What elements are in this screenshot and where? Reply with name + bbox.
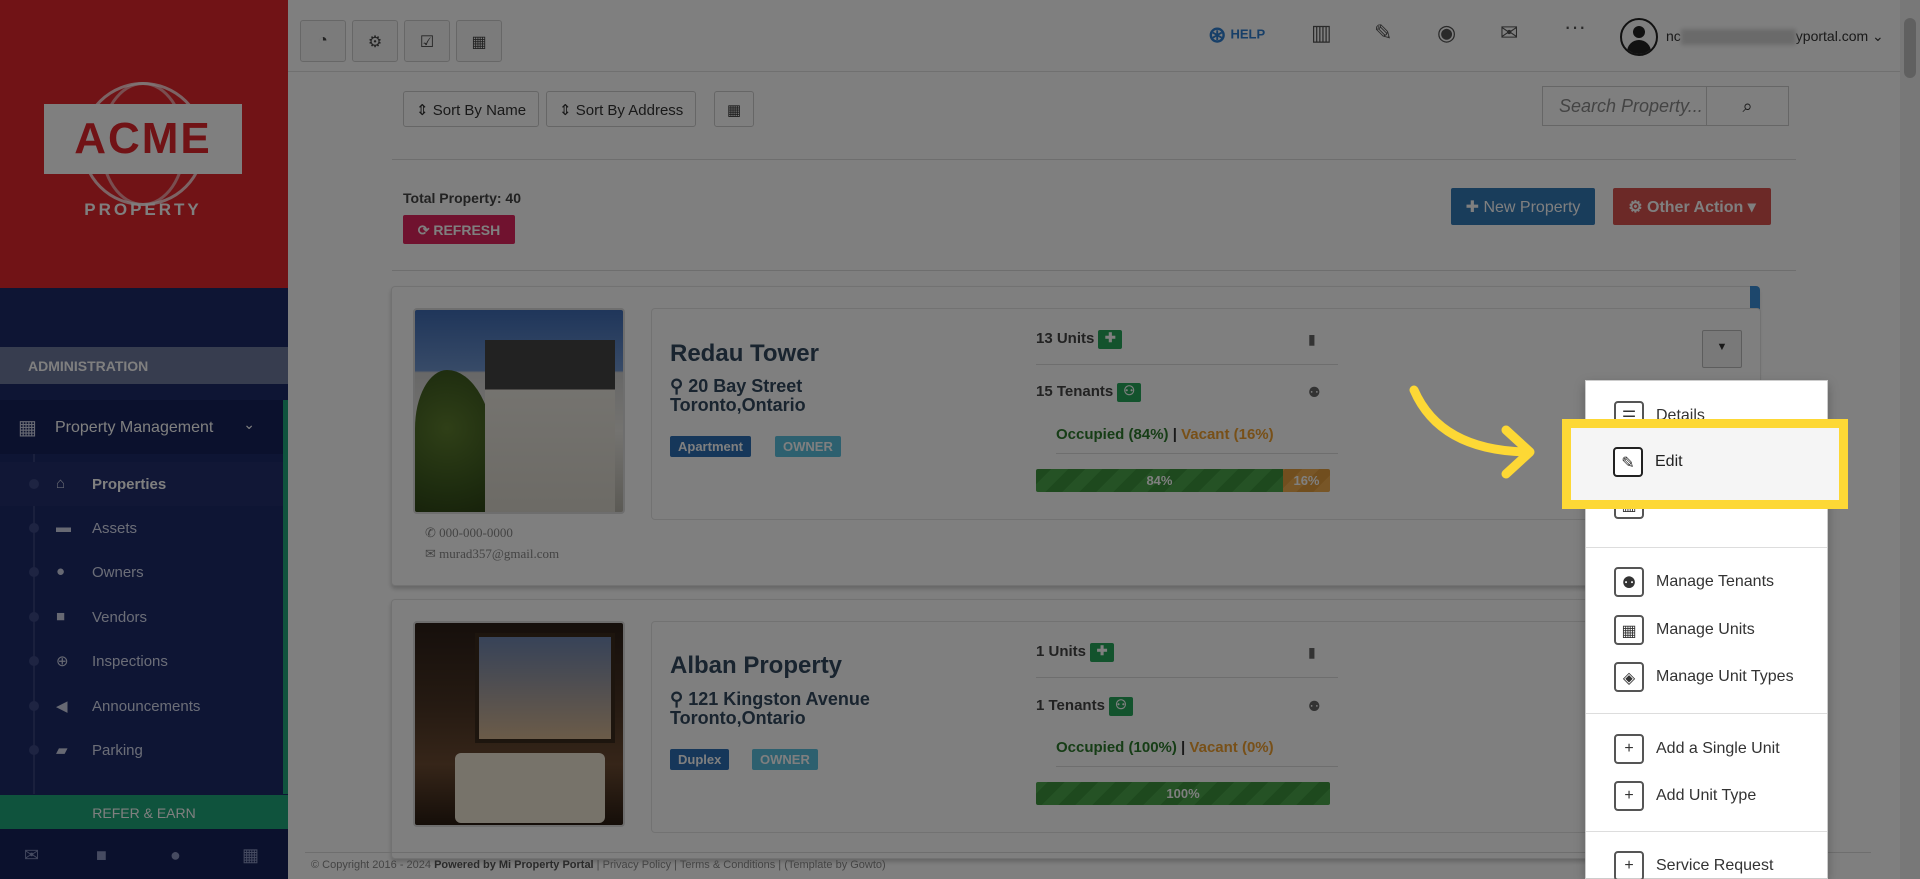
building-icon: ▦ <box>1614 615 1644 645</box>
menu-item-manage-units[interactable]: ▦ Manage Units <box>1586 609 1827 649</box>
menu-divider <box>1586 547 1827 548</box>
cube-icon: ◈ <box>1614 662 1644 692</box>
menu-item-label: Manage Tenants <box>1656 573 1775 590</box>
menu-item-label: Add a Single Unit <box>1656 740 1780 757</box>
menu-item-manage-unit-types[interactable]: ◈ Manage Unit Types <box>1586 656 1827 696</box>
tutorial-highlight-frame <box>1562 419 1848 509</box>
menu-item-add-unit-type[interactable]: + Add Unit Type <box>1586 775 1827 815</box>
plus-icon: + <box>1614 851 1644 879</box>
users-icon: ⚉ <box>1614 567 1644 597</box>
plus-icon: + <box>1614 781 1644 811</box>
menu-item-label: Manage Unit Types <box>1656 668 1794 685</box>
menu-item-manage-tenants[interactable]: ⚉ Manage Tenants <box>1586 561 1827 601</box>
menu-item-label: Service Request <box>1656 857 1774 874</box>
menu-item-add-single-unit[interactable]: + Add a Single Unit <box>1586 728 1827 768</box>
menu-item-label: Add Unit Type <box>1656 787 1757 804</box>
plus-icon: + <box>1614 734 1644 764</box>
menu-item-service-request[interactable]: + Service Request <box>1586 845 1827 879</box>
menu-item-label: Manage Units <box>1656 621 1755 638</box>
tutorial-arrow-icon <box>1409 385 1535 479</box>
menu-divider <box>1586 831 1827 832</box>
menu-divider <box>1586 713 1827 714</box>
